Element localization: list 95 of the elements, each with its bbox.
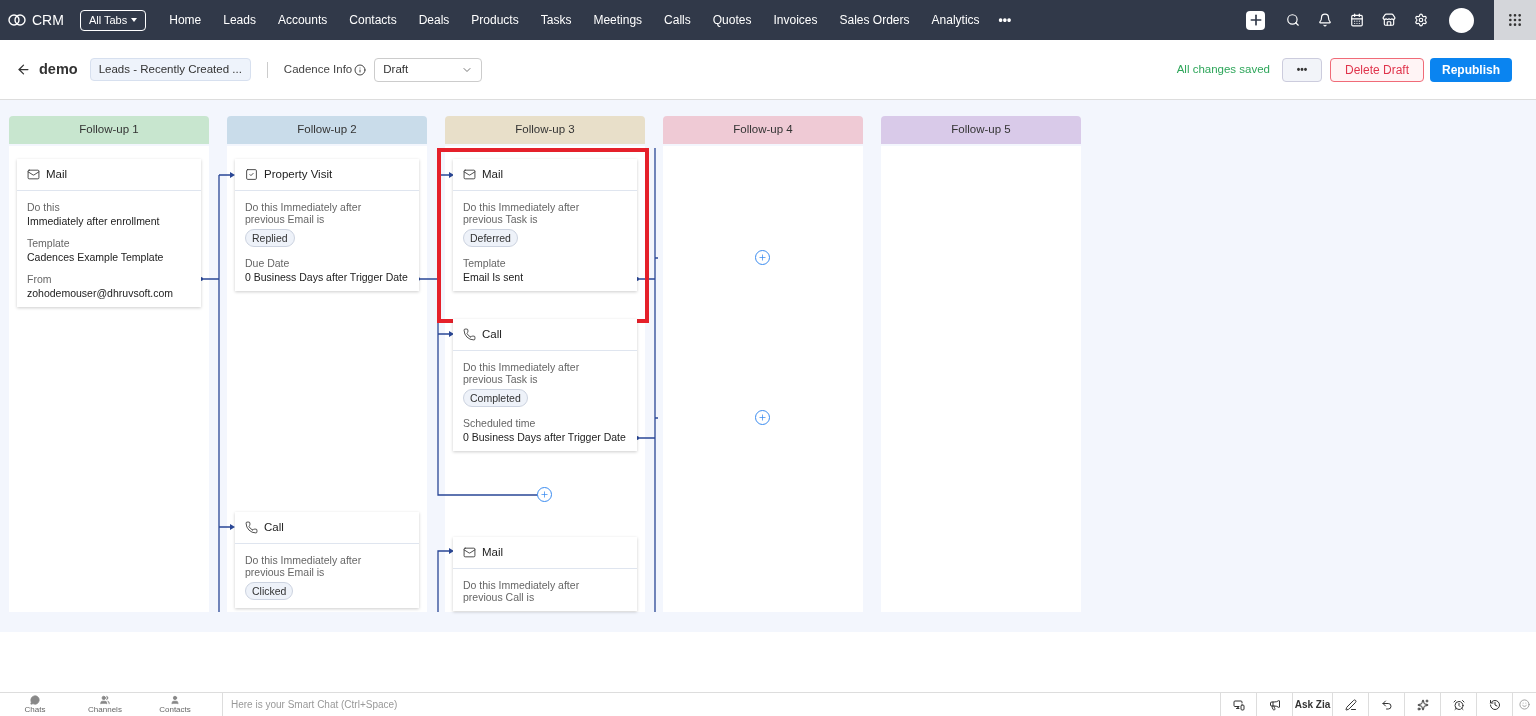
status-badge: Replied [245,229,295,247]
column-header: Follow-up 3 [445,116,645,144]
footer-tab[interactable]: Contacts [140,695,210,714]
status-badge: Completed [463,389,528,407]
history-icon[interactable] [1488,698,1501,711]
phone-icon [245,521,258,534]
all-tabs-button[interactable]: All Tabs [79,9,147,31]
column-header: Follow-up 5 [881,116,1081,144]
column-header: Follow-up 2 [227,116,427,144]
field-value: zohodemouser@dhruvsoft.com [27,287,175,299]
condition-text: Do this Immediately after previous Email is [245,554,363,578]
nav-tab[interactable]: Quotes [701,0,763,40]
field-value: 0 Business Days after Trigger Date [245,271,409,283]
nav-tab[interactable]: Deals [407,0,461,40]
undo-icon[interactable] [1380,698,1393,711]
cadence-info-label: Cadence Info [283,61,353,77]
footer-tab[interactable]: Chats [0,695,70,714]
field-label: Template [463,257,507,269]
search-icon[interactable] [1286,13,1300,27]
mail-icon [27,168,40,181]
info-icon[interactable] [354,63,367,76]
calendar-icon[interactable] [1350,13,1364,27]
condition-text: Do this Immediately after previous Task is [463,361,581,385]
plus-icon [758,253,767,262]
avatar[interactable] [1449,7,1474,33]
checkbox-icon [245,168,258,181]
nav-tab[interactable]: Accounts [266,0,339,40]
mail-icon [463,168,476,181]
card-title: Mail [482,166,504,182]
step-card[interactable]: Mail Do this Immediately after enrollment Template Cadences Example Template From zohodemouser@dhruvsoft.com [17,159,201,307]
condition-text: Do this Immediately after previous Call is [463,579,581,603]
field-value: 0 Business Days after Trigger Date [463,431,627,443]
field-label: Template [27,237,71,249]
condition-text: Do this Immediately after previous Task is [463,201,581,225]
field-value: Immediately after enrollment [27,215,161,227]
apps-button[interactable] [1494,0,1536,40]
store-icon[interactable] [1382,13,1396,27]
plus-icon [540,490,549,499]
nav-tab[interactable]: Meetings [582,0,654,40]
ask-zia-button[interactable]: Ask Zia [1292,693,1332,716]
mail-icon [463,546,476,559]
card-title: Mail [46,166,68,182]
delete-draft-button[interactable]: Delete Draft [1330,57,1424,82]
nav-tab[interactable]: Invoices [762,0,829,40]
nav-tab[interactable]: Calls [653,0,702,40]
more-options-button[interactable]: ••• [1282,57,1322,82]
sparkle-icon[interactable] [1416,698,1429,711]
status-badge: Clicked [245,582,294,600]
devices-icon[interactable] [1232,698,1245,711]
alarm-clock-icon[interactable] [1452,698,1465,711]
person-icon [170,695,180,705]
step-card[interactable]: Call Do this Immediately after previous Email is Clicked [235,512,419,608]
field-label: From [27,273,53,285]
republish-button[interactable]: Republish [1430,57,1512,82]
cadence-title: demo [39,59,78,79]
nav-tab[interactable]: Leads [212,0,267,40]
field-value: Cadences Example Template [27,251,165,263]
settings-icon[interactable] [1414,13,1428,27]
plus-icon [758,413,767,422]
add-button[interactable] [1246,10,1265,30]
chat-bubble-icon [30,695,40,705]
save-status: All changes saved [1176,61,1270,77]
nav-tab[interactable]: Contacts [338,0,408,40]
status-badge: Deferred [463,229,518,247]
grid-icon [1507,12,1523,28]
phone-icon [463,328,476,341]
column-header: Follow-up 4 [663,116,863,144]
step-card[interactable]: Property Visit Do this Immediately after previous Email is Replied Due Date 0 Business Days after Trigger Date [235,159,419,291]
field-value: Email Is sent [463,271,525,283]
step-card[interactable]: Mail Do this Immediately after previous Call is [453,537,637,611]
step-card[interactable]: Mail Do this Immediately after previous Task is Deferred Template Email Is sent [453,159,637,291]
nav-tab[interactable]: Home [158,0,213,40]
field-label: Do this [27,201,61,213]
nav-tab[interactable]: Tasks [529,0,583,40]
column-header: Follow-up 1 [9,116,209,144]
card-title: Property Visit [264,166,333,182]
module-tag: Leads - Recently Created ... [89,57,251,82]
nav-tab[interactable]: Products [460,0,530,40]
people-icon [100,695,110,705]
card-title: Call [482,326,502,342]
status-dropdown[interactable]: Draft [374,57,483,82]
condition-text: Do this Immediately after previous Email is [245,201,363,225]
nav-tab[interactable]: Analytics [920,0,991,40]
field-label: Due Date [245,257,291,269]
card-title: Mail [482,544,504,560]
logo-icon [8,14,26,26]
step-card[interactable]: Call Do this Immediately after previous Task is Completed Scheduled time 0 Business Days after Trigger Date [453,319,637,451]
field-label: Scheduled time [463,417,537,429]
card-title: Call [264,519,284,535]
app-name[interactable]: CRM [32,9,64,31]
megaphone-icon[interactable] [1268,698,1281,711]
bell-icon[interactable] [1318,13,1332,27]
nav-tab[interactable]: Sales Orders [828,0,921,40]
footer-tab[interactable]: Channels [70,695,140,714]
more-tabs-button[interactable]: ••• [990,11,1020,29]
